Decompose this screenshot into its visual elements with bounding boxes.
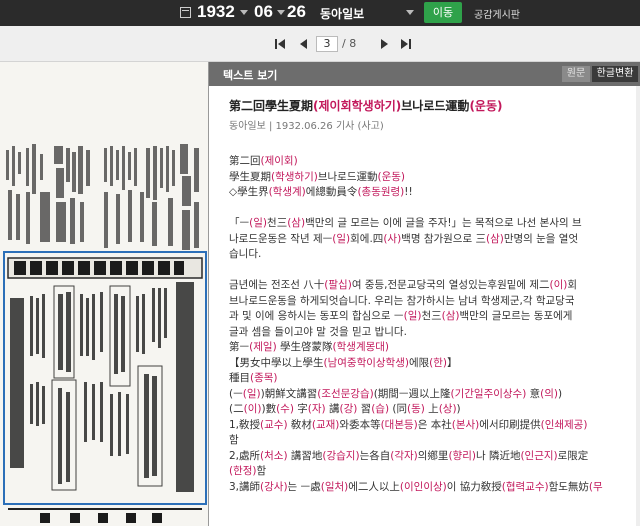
article-line: ◇學生界(학생계)에總動員令(총동원령)!! (229, 186, 413, 198)
article-line: 브나로드운동을 하게되엇습니다. 우리는 참가하시는 남녀 학생제군,각 학교당… (229, 294, 575, 307)
article-line: 「ㅡ(일)천三(삼)백만의 글 모르는 이에 글을 주자!」는 목적으로 나선 … (229, 217, 582, 229)
article-line: (한정)함 (229, 465, 267, 477)
current-page-input[interactable]: 3 (316, 36, 338, 52)
article-line: 나로드운동은 작년 제ㅡ(일)회에.四(사)백명 참가원으로 三(삼)만명의 눈… (229, 232, 579, 245)
month-value[interactable]: 06 (254, 2, 273, 22)
hangul-convert-button[interactable]: 한글변환 (592, 66, 638, 82)
scrollbar[interactable] (636, 86, 640, 526)
calendar-icon[interactable] (180, 7, 191, 18)
newspaper-scan-viewer[interactable] (0, 62, 208, 526)
original-text-button[interactable]: 원문 (562, 66, 590, 82)
top-navigation-bar: 1932 06 26 동아일보 이동 공감게시판 (0, 0, 640, 26)
article-line: 글과 셈을 들이고야 말 것을 믿고 밥니다. (229, 325, 407, 338)
page-navigation-bar: 3 / 8 (0, 26, 640, 62)
article-line: 3,講師(강사)는 ㅡ處(일처)에二人以上(이인이상)이 協力敎授(협력교수)함… (229, 480, 603, 493)
first-page-icon[interactable] (274, 38, 286, 50)
article-line: 種目(종목) (229, 372, 278, 384)
article-line: 과 및 이에 응하시는 동포의 합심으로 ㅡ(일)천三(삼)백만의 글모르는 동… (229, 310, 573, 322)
article-line: (ㅡ(일))朝鮮文講習(조선문강습)(期間ㅡ週以上隆(기간일주이상수) 意(의)… (229, 387, 563, 400)
article-meta: 동아일보 | 1932.06.26 기사 (사고) (229, 121, 384, 132)
panel-title: 텍스트 보기 (223, 69, 278, 82)
newspaper-dropdown-icon[interactable] (406, 10, 414, 15)
article-line: 금년에는 전조선 八十(팔십)여 중등,전문교당국의 열성있는후원밑에 제二(이… (229, 279, 578, 291)
newspaper-scan-image (0, 62, 208, 526)
article-line: 습니다. (229, 248, 262, 260)
year-value[interactable]: 1932 (197, 2, 235, 22)
article-line: 學生夏期(학생하기)브나로드運動(운동) (229, 170, 405, 183)
article-line: 함 (229, 434, 239, 446)
article-line: 第二回(제이회) (229, 155, 298, 167)
article-headline: 第二回學生夏期(제이회학생하기)브나로드運動(운동) (229, 99, 503, 113)
article-line: (二(이))數(수) 字(자) 講(강) 習(습) (同(동) 上(상)) (229, 403, 461, 415)
year-dropdown-icon[interactable] (240, 10, 248, 15)
board-link[interactable]: 공감게시판 (474, 6, 520, 21)
go-button[interactable]: 이동 (424, 2, 462, 23)
day-value[interactable]: 26 (287, 2, 306, 22)
article-body: 第二回(제이회) 學生夏期(학생하기)브나로드運動(운동) ◇學生界(학생계)에總動… (229, 154, 637, 495)
article-line: 第ㅡ(제일) 學生啓蒙隊(학생계몽대) (229, 341, 390, 353)
previous-page-icon[interactable] (298, 38, 310, 50)
text-view-panel: 텍스트 보기 원문 한글변환 第二回學生夏期(제이회학생하기)브나로드運動(운동… (208, 62, 640, 526)
page-count: / 8 (342, 37, 357, 50)
text-view-header: 텍스트 보기 원문 한글변환 (209, 62, 640, 86)
newspaper-select[interactable]: 동아일보 (320, 5, 364, 22)
article-content: 第二回學生夏期(제이회학생하기)브나로드運動(운동) 동아일보 | 1932.0… (229, 98, 637, 495)
article-line: 1,敎授(교수) 敎材(교재)와委本等(대본등)은 本社(본사)에서印刷提供(인… (229, 418, 588, 431)
article-line: 2,處所(처소) 講習地(강습지)는各自(각자)의鄕里(향리)나 隣近地(인근지… (229, 449, 589, 462)
month-dropdown-icon[interactable] (277, 10, 285, 15)
article-line: 【男女中學以上學生(남여중학이상학생)에限(한)】 (229, 356, 458, 369)
next-page-icon[interactable] (378, 38, 390, 50)
last-page-icon[interactable] (400, 38, 412, 50)
